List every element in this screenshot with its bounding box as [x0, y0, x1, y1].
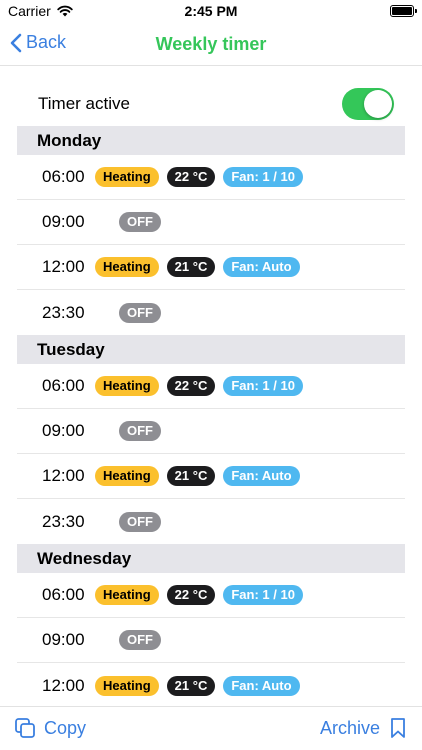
mode-badge: Heating — [95, 257, 159, 277]
fan-badge: Fan: Auto — [223, 675, 300, 696]
day-header-wednesday: Wednesday — [17, 544, 405, 573]
temperature-badge: 22 °C — [166, 167, 216, 187]
schedule-entry[interactable]: 06:00 Heating 22 °C Fan: 1 / 10 — [17, 573, 405, 618]
off-badge: OFF — [119, 421, 161, 441]
copy-icon — [15, 718, 35, 738]
temperature-badge: 21 °C — [166, 675, 216, 696]
copy-button[interactable]: Copy — [14, 717, 86, 739]
off-badge: OFF — [119, 212, 161, 232]
mode-badge: Heating — [95, 466, 159, 486]
status-time: 2:45 PM — [184, 3, 238, 19]
schedule-entry[interactable]: 09:00 OFF — [17, 200, 405, 245]
entry-time: 06:00 — [42, 585, 85, 604]
schedule-entry[interactable]: 23:30 OFF — [17, 499, 405, 544]
toggle-knob — [364, 90, 392, 118]
day-header-tuesday: Tuesday — [17, 335, 405, 364]
temperature-badge: 21 °C — [166, 257, 216, 277]
entry-time: 06:00 — [42, 167, 85, 186]
schedule-entry[interactable]: 09:00 OFF — [17, 618, 405, 663]
entry-time: 09:00 — [42, 212, 85, 231]
entry-time: 23:30 — [42, 302, 85, 322]
day-header-monday: Monday — [17, 126, 405, 155]
fan-badge: Fan: Auto — [223, 466, 300, 486]
bookmark-icon — [391, 718, 405, 738]
mode-badge: Heating — [95, 585, 159, 605]
mode-badge: Heating — [95, 167, 159, 187]
entry-time: 09:00 — [42, 630, 85, 649]
entry-time: 09:00 — [42, 421, 85, 440]
mode-badge: Heating — [95, 376, 159, 396]
schedule-entry[interactable]: 23:30 OFF — [17, 290, 405, 335]
entry-time: 12:00 — [42, 675, 85, 695]
temperature-badge: 22 °C — [166, 376, 216, 396]
entry-time: 06:00 — [42, 376, 85, 395]
off-badge: OFF — [119, 511, 161, 532]
schedule-entry[interactable]: 12:00 Heating 21 °C Fan: Auto — [17, 454, 405, 499]
timer-active-label: Timer active — [38, 94, 130, 113]
copy-label: Copy — [44, 717, 87, 738]
archive-button[interactable]: Archive — [320, 717, 406, 739]
fan-badge: Fan: 1 / 10 — [223, 167, 303, 187]
schedule-entry[interactable]: 12:00 Heating 21 °C Fan: Auto — [17, 245, 405, 290]
status-bar: Carrier 2:45 PM — [0, 0, 422, 24]
schedule-entry[interactable]: 09:00 OFF — [17, 409, 405, 454]
bottom-toolbar: Copy Archive — [0, 706, 422, 750]
schedule-entry[interactable]: 06:00 Heating 22 °C Fan: 1 / 10 — [17, 364, 405, 409]
fan-badge: Fan: 1 / 10 — [223, 376, 303, 396]
temperature-badge: 21 °C — [166, 466, 216, 486]
archive-label: Archive — [319, 717, 380, 738]
mode-badge: Heating — [95, 675, 159, 696]
off-badge: OFF — [119, 302, 161, 323]
temperature-badge: 22 °C — [166, 585, 216, 605]
off-badge: OFF — [119, 630, 161, 650]
navigation-bar: Back Weekly timer — [0, 24, 422, 66]
weekly-schedule: Monday 06:00 Heating 22 °C Fan: 1 / 10 0… — [17, 126, 405, 708]
fan-badge: Fan: Auto — [223, 257, 300, 277]
schedule-entry[interactable]: 06:00 Heating 22 °C Fan: 1 / 10 — [17, 155, 405, 200]
schedule-entry[interactable]: 12:00 Heating 21 °C Fan: Auto — [17, 663, 405, 708]
timer-active-toggle[interactable] — [342, 88, 394, 120]
entry-time: 12:00 — [42, 257, 85, 276]
fan-badge: Fan: 1 / 10 — [223, 585, 303, 605]
page-title: Weekly timer — [155, 34, 267, 54]
entry-time: 12:00 — [42, 466, 85, 485]
entry-time: 23:30 — [42, 511, 85, 531]
battery-icon — [390, 5, 417, 17]
timer-active-row: Timer active — [38, 86, 394, 122]
